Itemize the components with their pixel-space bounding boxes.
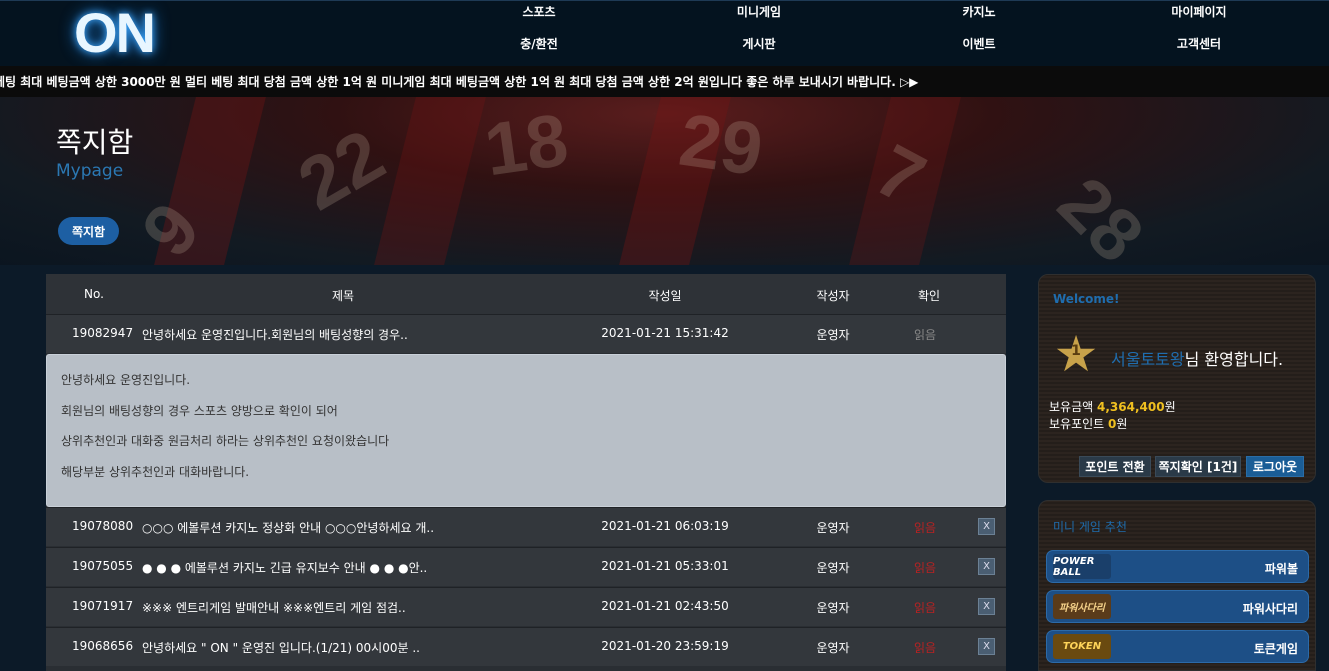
wheel-number: 18 [479, 97, 573, 192]
welcome-message: 서울토토왕님 환영합니다. [1111, 346, 1283, 370]
nav-event[interactable]: 이벤트 [962, 35, 995, 52]
row-no: 19075055 [72, 559, 134, 573]
game-label: 토큰게임 [1253, 642, 1298, 656]
points-label: 보유포인트 [1049, 417, 1105, 431]
row-status: 읽음 [913, 561, 937, 575]
points-unit: 원 [1116, 417, 1128, 431]
game-label: 파워사다리 [1242, 602, 1298, 616]
row-status: 읽음 [913, 328, 937, 342]
welcome-title: Welcome! [1053, 292, 1120, 306]
username: 서울토토왕 [1111, 350, 1185, 369]
message-line: 안녕하세요 운영진입니다. [61, 373, 191, 387]
balance-unit: 원 [1164, 400, 1176, 414]
nav-deposit-withdraw[interactable]: 충/환전 [520, 35, 558, 52]
row-no: 19071917 [72, 599, 134, 613]
site-logo[interactable]: ON [64, 0, 164, 64]
header-date: 작성일 [648, 289, 682, 303]
nav-casino[interactable]: 카지노 [962, 3, 995, 20]
notice-marquee: 베팅 최대 베팅금액 상한 3000만 원 멀티 베팅 최대 당첨 금액 상한 … [0, 66, 1329, 97]
token-logo: TOKEN [1053, 634, 1111, 659]
wheel-number: 22 [284, 112, 398, 227]
row-author: 운영자 [816, 601, 850, 615]
row-status: 읽음 [913, 641, 937, 655]
row-status: 읽음 [913, 521, 937, 535]
balance-label: 보유금액 [1049, 400, 1094, 414]
nav-board[interactable]: 게시판 [742, 35, 775, 52]
logout-button[interactable]: 로그아웃 [1246, 456, 1304, 477]
header-author: 작성자 [816, 289, 850, 303]
table-row[interactable]: 19075055 ● ● ● 에볼루션 카지노 긴급 유지보수 안내 ● ● ●… [46, 547, 1006, 586]
wheel-number: 28 [1042, 161, 1160, 265]
powerball-button[interactable]: POWER BALL 파워볼 [1046, 550, 1309, 583]
row-author: 운영자 [816, 328, 850, 342]
header-status: 확인 [917, 289, 941, 303]
power-ladder-logo: 파워사다리 [1053, 594, 1111, 619]
table-row[interactable]: 19071917 ※※※ 엔트리게임 발매안내 ※※※엔트리 게임 점검.. 2… [46, 587, 1006, 626]
header-title: 제목 [331, 289, 355, 303]
message-check-button[interactable]: 쪽지확인 [1건] [1155, 456, 1241, 477]
row-title[interactable]: ○○○ 에볼루션 카지노 정상화 안내 ○○○안녕하세요 개.. [142, 519, 434, 536]
row-date: 2021-01-20 23:59:19 [601, 639, 729, 653]
token-game-button[interactable]: TOKEN 토큰게임 [1046, 630, 1309, 663]
message-table: No. 제목 작성일 작성자 확인 19082947 안녕하세요 운영진입니다.… [46, 274, 1006, 671]
level-number: 1 [1071, 343, 1081, 359]
message-line: 회원님의 배팅성향의 경우 스포츠 양방으로 확인이 되어 [61, 404, 338, 418]
row-status: 읽음 [913, 601, 937, 615]
row-no: 19082947 [72, 326, 134, 340]
table-row[interactable]: 19082947 안녕하세요 운영진입니다.회원님의 배팅성향의 경우.. 20… [46, 314, 1006, 353]
power-ladder-button[interactable]: 파워사다리 파워사다리 [1046, 590, 1309, 623]
delete-button[interactable]: X [978, 598, 995, 615]
message-line: 해당부분 상위추천인과 대화바랍니다. [61, 465, 250, 479]
table-row[interactable]: 19068656 안녕하세요 " ON " 운영진 입니다.(1/21) 00시… [46, 627, 1006, 666]
wheel-number: 29 [674, 97, 768, 192]
row-author: 운영자 [816, 561, 850, 575]
welcome-panel: Welcome! ★ 1 서울토토왕님 환영합니다. 보유금액 4,364,40… [1038, 274, 1316, 483]
message-box-button[interactable]: 쪽지함 [58, 217, 119, 245]
game-label: 파워볼 [1264, 562, 1298, 576]
delete-button[interactable]: X [978, 558, 995, 575]
minigame-panel: 미니 게임 추천 POWER BALL 파워볼 파워사다리 파워사다리 TOKE… [1038, 500, 1316, 671]
nav-sports[interactable]: 스포츠 [522, 3, 555, 20]
row-title[interactable]: 안녕하세요 " ON " 운영진 입니다.(1/21) 00시00분 .. [142, 639, 420, 656]
row-date: 2021-01-21 15:31:42 [601, 326, 729, 340]
greeting-suffix: 님 환영합니다. [1184, 350, 1284, 369]
row-date: 2021-01-21 02:43:50 [601, 599, 729, 613]
row-no: 19068656 [72, 639, 134, 653]
balance-value: 4,364,400 [1097, 400, 1165, 414]
table-row[interactable]: 19078080 ○○○ 에볼루션 카지노 정상화 안내 ○○○안녕하세요 개.… [46, 507, 1006, 546]
minigame-title: 미니 게임 추천 [1053, 520, 1127, 534]
row-author: 운영자 [816, 641, 850, 655]
logo-text: ON [74, 0, 156, 64]
table-header: No. 제목 작성일 작성자 확인 [46, 274, 1006, 314]
row-no: 19078080 [72, 519, 134, 533]
delete-button[interactable]: X [978, 518, 995, 535]
nav-customer-center[interactable]: 고객센터 [1177, 35, 1221, 52]
row-date: 2021-01-21 05:33:01 [601, 559, 729, 573]
row-title[interactable]: ※※※ 엔트리게임 발매안내 ※※※엔트리 게임 점검.. [142, 599, 406, 616]
row-title[interactable]: 안녕하세요 운영진입니다.회원님의 배팅성향의 경우.. [142, 326, 408, 343]
row-date: 2021-01-21 06:03:19 [601, 519, 729, 533]
marquee-text: 베팅 최대 베팅금액 상한 3000만 원 멀티 베팅 최대 당첨 금액 상한 … [0, 75, 919, 89]
balance-line: 보유금액 4,364,400원 [1049, 398, 1176, 415]
message-line: 상위추천인과 대화중 원금처리 하라는 상위추천인 요청이왔습니다 [61, 434, 390, 448]
hero-banner: 9 22 18 29 7 28 쪽지함 Mypage 쪽지함 [0, 97, 1329, 265]
message-content: 안녕하세요 운영진입니다. 회원님의 배팅성향의 경우 스포츠 양방으로 확인이… [46, 354, 1006, 507]
delete-button[interactable]: X [978, 638, 995, 655]
row-author: 운영자 [816, 521, 850, 535]
page-title: 쪽지함 [56, 126, 134, 159]
page-subtitle: Mypage [56, 161, 124, 181]
row-title[interactable]: ● ● ● 에볼루션 카지노 긴급 유지보수 안내 ● ● ●안.. [142, 559, 427, 576]
powerball-logo: POWER BALL [1053, 554, 1111, 579]
points-line: 보유포인트 0원 [1049, 415, 1127, 432]
point-convert-button[interactable]: 포인트 전환 [1079, 456, 1151, 477]
nav-minigame[interactable]: 미니게임 [737, 3, 781, 20]
top-header: ON 스포츠 미니게임 카지노 마이페이지 충/환전 게시판 이벤트 고객센터 [0, 0, 1329, 66]
nav-mypage[interactable]: 마이페이지 [1171, 3, 1226, 20]
header-no: No. [84, 287, 104, 301]
